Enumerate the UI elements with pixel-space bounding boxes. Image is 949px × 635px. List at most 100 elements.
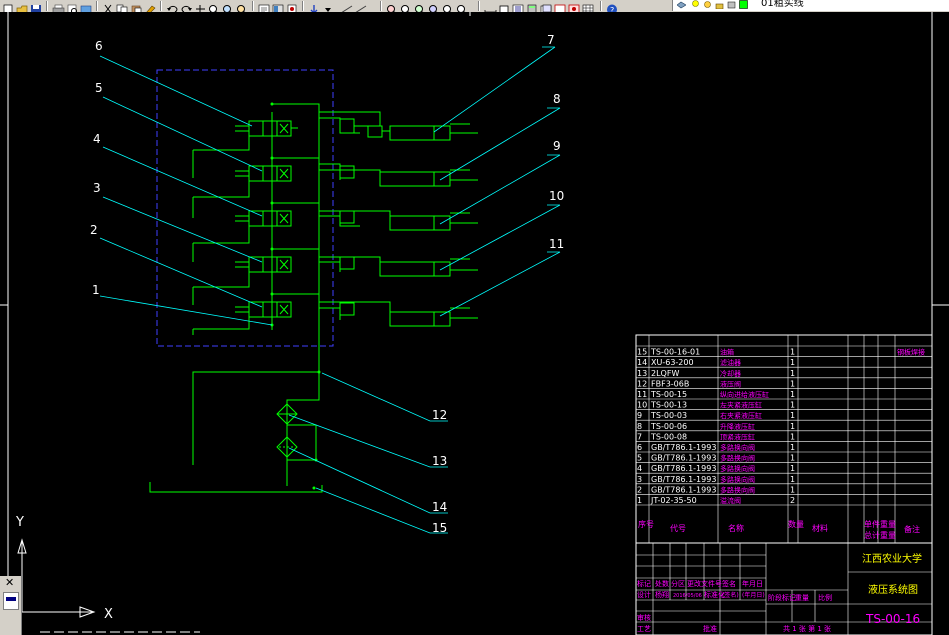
header-qty: 数量: [788, 519, 804, 529]
row-name: 纵向进给液压缸: [720, 390, 769, 399]
layer-control-dropdown[interactable]: 01粗实线: [672, 0, 949, 11]
redo-icon[interactable]: [180, 0, 193, 12]
quickcalc-icon[interactable]: [568, 0, 581, 12]
current-layer-name: 01粗实线: [761, 0, 804, 9]
layer-color-swatch-icon: [739, 0, 748, 9]
calculator-icon[interactable]: [526, 0, 539, 12]
row-name: 多路换向阀: [720, 443, 755, 452]
undo-icon[interactable]: [166, 0, 179, 12]
help-icon[interactable]: ?: [606, 0, 619, 12]
zoom-realtime-icon[interactable]: [208, 0, 221, 12]
match-properties-icon[interactable]: [144, 0, 157, 12]
plot-icon[interactable]: [52, 0, 65, 12]
row-number: 5: [637, 454, 642, 463]
palette-icon[interactable]: [3, 592, 19, 610]
tool-palettes-icon[interactable]: [286, 0, 299, 12]
callout-9: 9: [553, 139, 561, 153]
row-number: 13: [637, 369, 647, 378]
zoom-scale-icon[interactable]: [442, 0, 455, 12]
tb-design-date: 2016/05/06: [673, 593, 702, 599]
row-name: 顶紧液压缸: [720, 432, 755, 441]
layer-plot-icon[interactable]: [727, 0, 736, 9]
callout-1: 1: [92, 283, 100, 297]
drawing-canvas[interactable]: 6 5 4 3 2 1 7 8 9 10 11 12 13 14 15 15 TS…: [0, 12, 949, 635]
copy-icon[interactable]: [116, 0, 129, 12]
row-number: 1: [637, 496, 642, 505]
tb-drawing-name: 液压系统图: [868, 583, 918, 596]
row-quantity: 1: [790, 348, 795, 357]
callout-15: 15: [432, 521, 447, 535]
new-icon[interactable]: [2, 0, 15, 12]
zoom-out-icon[interactable]: [400, 0, 413, 12]
layer-thaw-sun-icon[interactable]: [703, 0, 712, 9]
cad-application-window: ? 01粗实线 6 5 4 3 2 1 7 8 9 10 11 12 13 14…: [0, 0, 949, 635]
toolbar-separator: [252, 1, 254, 11]
layer-on-lightbulb-icon[interactable]: [691, 0, 700, 9]
toolbar-separator: [478, 1, 480, 11]
row-number: 2: [637, 485, 642, 494]
row-quantity: 1: [790, 369, 795, 378]
row-name: 多路换向阀: [720, 485, 755, 494]
publish-icon[interactable]: [80, 0, 93, 12]
row-code: XU-63-200: [651, 358, 694, 367]
plot-preview-icon[interactable]: [66, 0, 79, 12]
zoom-in-icon[interactable]: [386, 0, 399, 12]
row-code: TS-00-16-01: [650, 348, 700, 357]
tb-date-placeholder: (年月日): [742, 591, 765, 599]
row-quantity: 1: [790, 432, 795, 441]
row-name: 滤油器: [720, 358, 741, 367]
area-icon[interactable]: [498, 0, 511, 12]
row-name: 左夹紧液压缸: [720, 401, 762, 410]
row-name: 油箱: [720, 348, 734, 357]
tb-signature: 签名: [722, 579, 736, 588]
properties-icon[interactable]: [258, 0, 271, 12]
table-icon[interactable]: [582, 0, 595, 12]
row-name: 溢流阀: [720, 496, 741, 505]
callout-2: 2: [90, 223, 98, 237]
row-code: TS-00-15: [650, 390, 687, 399]
layer-manager-icon[interactable]: [676, 0, 687, 9]
row-number: 15: [637, 348, 647, 357]
pan-icon[interactable]: [194, 0, 207, 12]
design-center-icon[interactable]: [272, 0, 285, 12]
toolbar-separator: [96, 1, 98, 11]
layer-unlock-icon[interactable]: [715, 0, 724, 10]
dim-style-icon[interactable]: [354, 0, 367, 12]
close-icon[interactable]: ✕: [5, 576, 14, 589]
tb-stage-label: 阶段标记: [768, 593, 796, 602]
row-name: 升降液压缸: [720, 422, 755, 431]
zoom-window-icon[interactable]: [222, 0, 235, 12]
floating-palette[interactable]: ✕: [0, 576, 22, 635]
list-icon[interactable]: [512, 0, 525, 12]
header-unit-weight: 单件重量: [864, 519, 896, 529]
toolbar-separator: [600, 1, 602, 11]
tb-sign-placeholder: (签名): [722, 591, 739, 599]
row-name: 液压阀: [720, 379, 741, 388]
markup-icon[interactable]: [554, 0, 567, 12]
tb-process: 工艺: [637, 625, 651, 633]
header-code: 代号: [670, 523, 686, 533]
row-remark: 钢板焊接: [897, 348, 925, 357]
zoom-all-icon[interactable]: [414, 0, 427, 12]
row-quantity: 1: [790, 390, 795, 399]
cut-icon[interactable]: [102, 0, 115, 12]
zoom-extents-icon[interactable]: [428, 0, 441, 12]
row-name: 多路换向阀: [720, 464, 755, 473]
callout-4: 4: [93, 132, 101, 146]
open-icon[interactable]: [16, 0, 29, 12]
callout-6: 6: [95, 39, 103, 53]
sheet-set-icon[interactable]: [540, 0, 553, 12]
tb-weight-label: 重量: [795, 594, 809, 602]
ucs-x-label: X: [104, 607, 113, 622]
zoom-previous-icon[interactable]: [236, 0, 249, 12]
distance-icon[interactable]: [484, 0, 497, 12]
zoom-center-icon[interactable]: [456, 0, 469, 12]
help-icon[interactable]: [308, 0, 321, 12]
row-code: FBF3-06B: [651, 379, 689, 388]
save-icon[interactable]: [30, 0, 43, 12]
row-number: 7: [637, 432, 642, 441]
dim-style-icon[interactable]: [340, 0, 353, 12]
row-code: GB/T786.1-1993: [651, 464, 716, 473]
dropdown-arrow-icon[interactable]: [322, 0, 335, 12]
paste-icon[interactable]: [130, 0, 143, 12]
